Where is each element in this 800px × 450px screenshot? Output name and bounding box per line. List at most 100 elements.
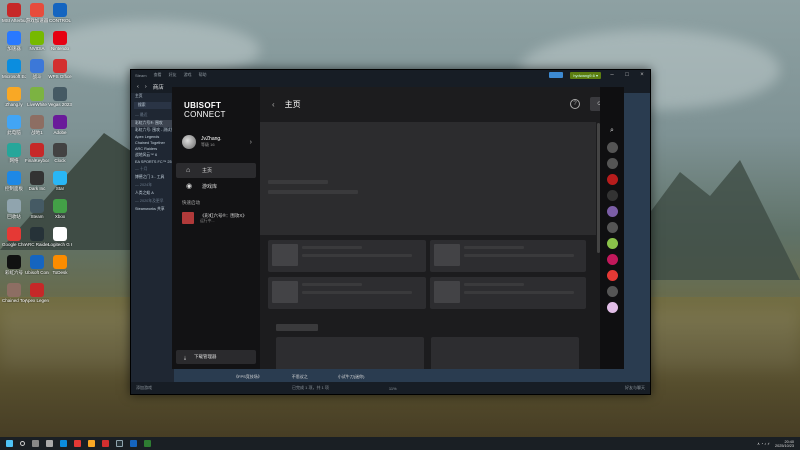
desktop-icon[interactable]: Star (48, 171, 72, 191)
search-icon[interactable] (20, 441, 25, 446)
store-item[interactable]: 小试牛刀(迷你) (338, 374, 365, 380)
clock[interactable]: 20:40 2025/10/23 (775, 440, 794, 448)
placeholder-card[interactable] (268, 277, 426, 309)
desktop-icon[interactable]: Dark Inc (25, 171, 49, 191)
maximize-icon[interactable]: □ (623, 72, 631, 78)
app-icon[interactable] (102, 440, 109, 447)
forward-arrow-icon[interactable]: › (145, 84, 147, 90)
steam-menu-steam[interactable]: Steam (135, 73, 147, 78)
desktop-icon[interactable]: 战斗 (25, 59, 49, 79)
desktop-icon[interactable]: Logitech G HUB (48, 227, 72, 247)
ubisoft-icon[interactable] (130, 440, 137, 447)
store-tab[interactable]: 商店 (153, 83, 164, 91)
friend-avatar[interactable] (606, 206, 618, 217)
friend-avatar[interactable] (606, 158, 618, 169)
steam-icon[interactable] (116, 440, 123, 447)
desktop-icon[interactable]: NVIDIA (25, 31, 49, 51)
library-section-title[interactable]: — 2024年 (131, 181, 174, 190)
library-game-item[interactable]: 人类之蚁 A (131, 190, 174, 197)
quick-launch-item[interactable]: 《彩虹六号®：围攻X》 运行中... (172, 208, 260, 228)
desktop-icon[interactable]: Adobe (48, 115, 72, 135)
store-item[interactable]: 不思议之 (292, 374, 308, 380)
library-game-item[interactable]: 博德之门 3 - 工具 (131, 174, 174, 181)
friend-avatar[interactable] (606, 254, 618, 265)
placeholder-card[interactable] (430, 277, 586, 309)
desktop-icon[interactable]: Clock (48, 143, 72, 163)
download-manager-button[interactable]: ⤓ 下载管理器 (176, 350, 256, 364)
edge-icon[interactable] (60, 440, 67, 447)
library-home[interactable]: 主页 (131, 93, 174, 100)
placeholder-card[interactable] (430, 240, 586, 272)
desktop-icon[interactable]: LiveWhite (25, 87, 49, 107)
desktop-icon[interactable]: Chained Together (2, 283, 26, 303)
steam-user-menu[interactable]: hydwang9.6 ▾ (570, 71, 601, 79)
desktop-icon[interactable]: Microsoft Edge (2, 59, 26, 79)
desktop-icon[interactable]: Ubisoft Connect (25, 255, 49, 275)
tray-icons[interactable]: ∧ ◔ ♪ ⚡ (757, 442, 770, 446)
steam-menu-view[interactable]: 查看 (154, 72, 162, 78)
user-profile[interactable]: JvZhang. 等级 16 › (172, 119, 260, 149)
friend-avatar[interactable] (606, 286, 618, 297)
desktop-icon[interactable]: Xbox (48, 199, 72, 219)
close-icon[interactable]: × (638, 72, 646, 78)
desktop-icon[interactable]: ARC Raiders (25, 227, 49, 247)
library-game-item[interactable]: Steamworks 共享 (131, 206, 174, 213)
friend-avatar[interactable] (606, 302, 618, 313)
desktop-icon[interactable]: 控制面板 (2, 171, 26, 191)
library-section-title[interactable]: — 十月 (131, 165, 174, 174)
desktop-icon[interactable]: 游戏加速器 (25, 3, 49, 23)
chrome-icon[interactable] (74, 440, 81, 447)
app-icon[interactable] (144, 440, 151, 447)
desktop-icon[interactable]: 网络 (2, 143, 26, 163)
add-game-button[interactable]: 添加游戏 (136, 385, 152, 391)
desktop-icon[interactable]: 战地1 (25, 115, 49, 135)
desktop-icon[interactable]: ToDesk (48, 255, 72, 275)
desktop-icon[interactable]: 加速器 (2, 31, 26, 51)
desktop-icon[interactable]: MSI Afterburner (2, 3, 26, 23)
announcement-button[interactable] (549, 72, 564, 78)
friend-avatar[interactable] (606, 174, 618, 185)
explorer-icon[interactable] (88, 440, 95, 447)
desktop-icon[interactable]: Vegas 2023 (48, 87, 72, 107)
steam-menu-help[interactable]: 帮助 (199, 72, 207, 78)
desktop-icon[interactable]: 此电脑 (2, 115, 26, 135)
desktop-icon[interactable]: FinalKeyboard (25, 143, 49, 163)
library-search[interactable]: 搜索 (134, 102, 171, 109)
steam-menu-friends[interactable]: 好友 (169, 72, 177, 78)
back-arrow-icon[interactable]: ‹ (137, 84, 139, 90)
nav-home[interactable]: ⌂ 主页 (176, 163, 256, 178)
desktop-icon[interactable]: WPS Office (48, 59, 72, 79)
back-arrow-icon[interactable]: ‹ (272, 100, 275, 109)
library-game-item[interactable]: 彩虹六号: 围攻 - 测试服 (131, 127, 174, 134)
friend-avatar[interactable] (606, 190, 618, 201)
desktop-icon[interactable]: Steam (25, 199, 49, 219)
minimize-icon[interactable]: – (608, 72, 616, 78)
placeholder-card[interactable] (431, 337, 579, 369)
nav-library[interactable]: ◉ 游戏库 (176, 178, 256, 194)
steam-menu-games[interactable]: 游戏 (184, 72, 192, 78)
download-status[interactable]: 已完成 1 项，共 1 项 (292, 385, 329, 391)
friend-avatar[interactable] (606, 222, 618, 233)
search-icon[interactable]: ⌕ (610, 127, 614, 135)
windows-start-icon[interactable] (6, 440, 13, 447)
desktop-icon[interactable]: 彩虹六号 (2, 255, 26, 275)
desktop-icon[interactable]: CONTROL (48, 3, 72, 23)
desktop-icon[interactable]: Nintendo (48, 31, 72, 51)
task-view-icon[interactable] (32, 440, 39, 447)
desktop-icon[interactable]: Apex Legends (25, 283, 49, 303)
library-section-title[interactable]: — 2020年及更早 (131, 197, 174, 206)
system-tray[interactable]: ∧ ◔ ♪ ⚡ 20:40 2025/10/23 (757, 440, 794, 448)
friend-avatar[interactable] (606, 270, 618, 281)
library-game-item[interactable]: 彩虹六号®: 围攻 (131, 120, 174, 127)
friend-avatar[interactable] (606, 142, 618, 153)
friends-chat-button[interactable]: 好友与聊天 (625, 385, 645, 391)
library-game-item[interactable]: 战地风云™ 6 (131, 152, 174, 159)
help-icon[interactable]: ? (570, 99, 580, 109)
desktop-icon[interactable]: 回收站 (2, 199, 26, 219)
placeholder-card[interactable] (268, 240, 426, 272)
library-section-title[interactable]: — 最近 (131, 111, 174, 120)
desktop-icon[interactable]: Google Chrome (2, 227, 26, 247)
store-item[interactable]: 《FPS竞技场》 (234, 374, 262, 380)
friend-avatar[interactable] (606, 238, 618, 249)
widgets-icon[interactable] (46, 440, 53, 447)
